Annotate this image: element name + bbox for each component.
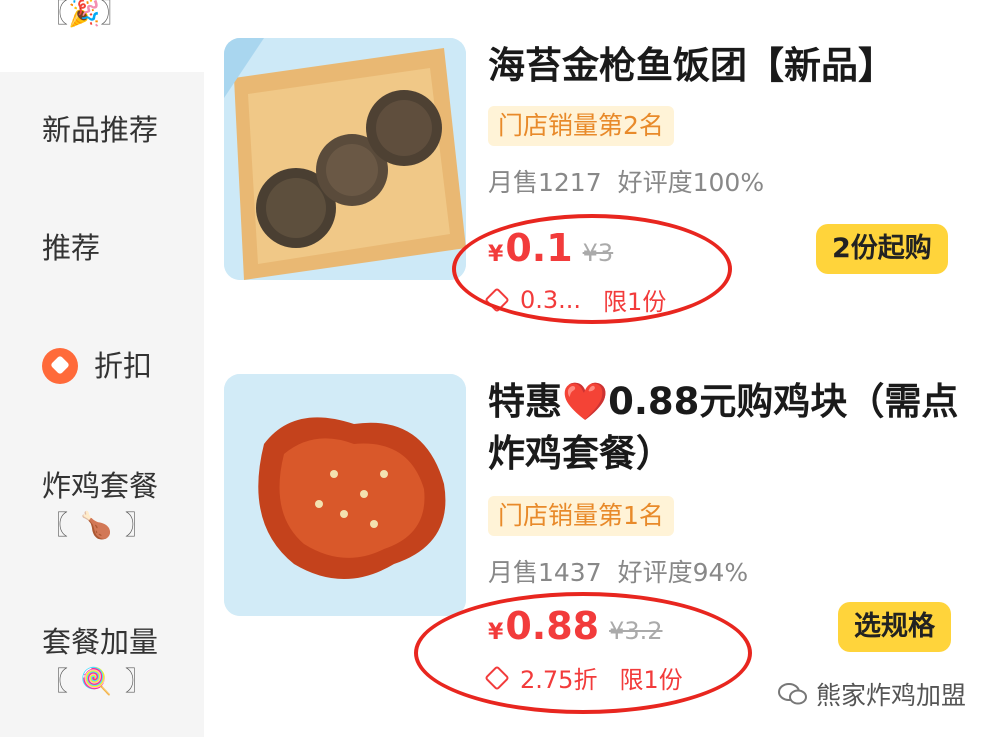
product-title[interactable]: 海苔金枪鱼饭团【新品】 [488, 40, 968, 92]
sidebar-item-discount[interactable]: 折扣 [42, 346, 152, 386]
rating: 好评度94% [617, 558, 749, 587]
product-stats: 月售1217 好评度100% [488, 166, 764, 200]
product-title[interactable]: 特惠❤️0.88元购鸡块（需点炸鸡套餐） [488, 376, 968, 480]
discount-tag-icon [484, 664, 510, 691]
sidebar-item-new-recommend[interactable]: 新品推荐 [42, 110, 158, 150]
store-rank-badge: 门店销量第1名 [488, 496, 674, 536]
discount-tag-icon [42, 348, 78, 384]
promo-info: 0.3... 限1份 [484, 282, 667, 317]
monthly-sales: 月售1437 [488, 558, 602, 587]
product-image-chicken[interactable] [224, 374, 466, 616]
sidebar-item-label: 炸鸡套餐 [42, 469, 159, 503]
discount-text: 0.3... [520, 285, 582, 314]
sidebar-item-recommend[interactable]: 推荐 [42, 228, 100, 268]
original-price: ¥3.2 [609, 617, 663, 645]
select-spec-button[interactable]: 选规格 [838, 602, 951, 652]
price-row: ¥ 0.1 ¥3 [488, 226, 613, 270]
currency-symbol: ¥ [488, 242, 504, 267]
sidebar-item-emoji-label: 〖🎉〗 [42, 0, 127, 29]
product-stats: 月售1437 好评度94% [488, 556, 748, 590]
sidebar-item-label: 套餐加量 [42, 625, 159, 659]
sidebar-item-label: 折扣 [94, 349, 153, 383]
promo-info: 2.75折 限1份 [484, 660, 683, 695]
sidebar-item-emoji-label: 〖 🍭 〗 [42, 667, 153, 697]
purchase-limit: 限1份 [619, 666, 683, 694]
sidebar-item-emoji-label: 〖 🍗 〗 [42, 511, 153, 541]
original-price: ¥3 [582, 239, 614, 267]
sidebar-item-combo-addon[interactable]: 套餐加量 〖 🍭 〗 [42, 622, 158, 702]
sidebar-item-label: 推荐 [42, 231, 101, 265]
watermark-text: 熊家炸鸡加盟 [816, 681, 967, 710]
sidebar-item-chicken-combo[interactable]: 炸鸡套餐 〖 🍗 〗 [42, 466, 158, 546]
sidebar-item-active-partial[interactable]: 〖🎉〗 [0, 0, 204, 72]
discount-text: 2.75折 [520, 666, 598, 694]
price-row: ¥ 0.88 ¥3.2 [488, 604, 663, 648]
purchase-limit: 限1份 [603, 288, 667, 316]
wechat-watermark: 熊家炸鸡加盟 [778, 676, 966, 712]
monthly-sales: 月售1217 [488, 168, 602, 197]
sidebar-item-label: 新品推荐 [42, 113, 159, 147]
currency-symbol: ¥ [488, 620, 504, 645]
wechat-icon [778, 683, 807, 705]
rating: 好评度100% [617, 168, 765, 197]
discount-tag-icon [484, 286, 510, 313]
category-sidebar: 〖🎉〗 新品推荐 推荐 折扣 炸鸡套餐 〖 🍗 〗 套餐加量 〖 🍭 〗 [0, 0, 204, 737]
current-price: 0.1 [505, 226, 573, 270]
min-purchase-button[interactable]: 2份起购 [816, 224, 948, 274]
store-rank-badge: 门店销量第2名 [488, 106, 674, 146]
product-image-rice-ball[interactable] [224, 38, 466, 280]
current-price: 0.88 [505, 604, 600, 648]
